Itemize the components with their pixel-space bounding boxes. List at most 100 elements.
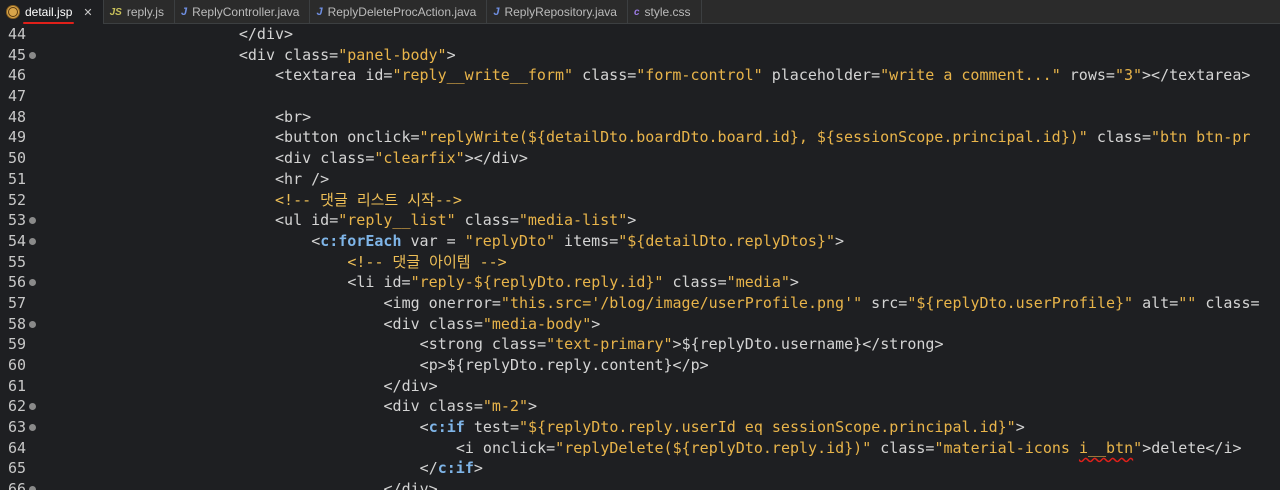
code-line: 44 </div>	[0, 24, 1280, 45]
line-number: 51	[8, 169, 27, 188]
js-file-icon: JS	[109, 6, 122, 18]
fold-toggle-icon[interactable]	[29, 486, 36, 490]
tab-style-css[interactable]: c style.css	[628, 0, 702, 24]
tab-label: ReplyRepository.java	[504, 5, 617, 19]
code-text: <div class="m-2">	[40, 396, 538, 417]
code-token: ${replyDto.username}	[681, 335, 863, 354]
jsp-file-icon	[6, 5, 20, 19]
code-token: >	[835, 231, 845, 250]
fold-toggle-icon[interactable]	[29, 237, 36, 245]
code-token: ""	[1178, 293, 1197, 312]
code-token: <div	[238, 45, 285, 64]
code-line: 61 </div>	[0, 376, 1280, 397]
code-token: onerror=	[428, 293, 501, 312]
code-token: "reply-${replyDto.reply.id}"	[410, 273, 664, 292]
code-token: alt=	[1133, 293, 1179, 312]
close-icon[interactable]: ✕	[83, 6, 92, 19]
code-line: 53 <ul id="reply__list" class="media-list…	[0, 210, 1280, 231]
code-token: <hr />	[275, 169, 330, 188]
code-token: <strong	[419, 335, 492, 354]
code-text: <button onclick="replyWrite(${detailDto.…	[40, 127, 1250, 148]
fold-toggle-icon[interactable]	[29, 51, 36, 59]
code-token: class=	[871, 438, 935, 457]
code-text: <textarea id="reply__write__form" class=…	[40, 65, 1250, 86]
line-number: 65	[8, 459, 27, 478]
code-line: 56 <li id="reply-${replyDto.reply.id}" cl…	[0, 272, 1280, 293]
code-token: <p>	[419, 356, 447, 374]
tab-replydeleteprocaction-java[interactable]: J ReplyDeleteProcAction.java	[310, 0, 488, 24]
code-token: <div	[383, 314, 429, 333]
code-token: id=	[383, 273, 411, 292]
code-text: <c:forEach var = "replyDto" items="${det…	[40, 231, 844, 252]
code-token: "btn btn-pr	[1151, 128, 1251, 147]
code-token: >	[473, 459, 483, 478]
code-token: "write a comment..."	[880, 66, 1061, 85]
code-line: 58 <div class="media-body">	[0, 314, 1280, 335]
tab-reply-js[interactable]: JS reply.js	[104, 0, 175, 24]
code-token: class=	[284, 45, 339, 64]
code-token: ></textarea>	[1142, 66, 1251, 85]
code-token: "reply__write__form"	[392, 66, 574, 85]
code-text: <strong class="text-primary">${replyDto.…	[40, 334, 944, 355]
code-token: class=	[573, 66, 637, 85]
code-token: "media-body"	[482, 314, 592, 333]
tab-replyrepository-java[interactable]: J ReplyRepository.java	[487, 0, 628, 24]
code-token: <li	[347, 273, 384, 292]
code-token: </	[419, 459, 438, 478]
code-token: "replyDto"	[464, 231, 556, 250]
code-line: 66 </div>	[0, 479, 1280, 490]
code-token: onclick=	[347, 128, 420, 147]
code-token: <!-- 댓글 리스트 시작-->	[275, 190, 462, 209]
code-text: <div class="panel-body">	[40, 45, 456, 66]
code-editor[interactable]: 44 </div> 45 <div class="panel-body"> 46 <tex…	[0, 24, 1280, 490]
code-token: "form-control"	[636, 66, 763, 85]
code-token: "replyWrite(${detailDto.boardDto.board.i…	[419, 128, 1088, 147]
code-token: delete	[1151, 438, 1206, 457]
code-token: class=	[455, 211, 519, 230]
code-token: <div	[383, 397, 429, 416]
code-line: 46 <textarea id="reply__write__form" clas…	[0, 65, 1280, 86]
code-token: class=	[1087, 128, 1152, 147]
tab-label: detail.jsp	[22, 5, 75, 24]
fold-toggle-icon[interactable]	[29, 320, 36, 328]
tab-detail-jsp[interactable]: detail.jsp ✕	[0, 0, 104, 24]
code-token: >	[1015, 418, 1025, 437]
code-token: class=	[428, 397, 483, 416]
code-token: "reply__list"	[338, 211, 456, 230]
code-line: 50 <div class="clearfix"></div>	[0, 148, 1280, 169]
code-token: </strong>	[862, 335, 944, 354]
code-token: >	[446, 45, 456, 64]
line-number: 50	[8, 149, 27, 168]
tab-label: ReplyDeleteProcAction.java	[327, 5, 477, 19]
code-token: ></div>	[464, 149, 528, 168]
code-token: class=	[1196, 293, 1260, 312]
code-line: 49 <button onclick="replyWrite(${detailDt…	[0, 127, 1280, 148]
code-token: >	[672, 335, 682, 354]
code-text: <div class="clearfix"></div>	[40, 148, 528, 169]
tab-replycontroller-java[interactable]: J ReplyController.java	[175, 0, 311, 24]
code-token: class=	[491, 335, 547, 354]
code-line: 47	[0, 86, 1280, 107]
code-token: rows=	[1060, 66, 1115, 85]
code-token: id=	[365, 66, 393, 85]
code-token: </i>	[1205, 438, 1242, 457]
tab-label: style.css	[644, 5, 691, 19]
code-token: >	[627, 211, 637, 230]
spelling-warning-token: i__btn	[1078, 438, 1134, 457]
tab-label: ReplyController.java	[192, 5, 300, 19]
code-token: <	[311, 231, 321, 250]
code-token: "text-primary"	[546, 335, 673, 354]
fold-toggle-icon[interactable]	[29, 424, 36, 432]
code-text: <p>${replyDto.reply.content}</p>	[40, 355, 709, 376]
code-text: </div>	[40, 479, 438, 490]
line-number: 47	[8, 87, 27, 106]
code-token: "m-2"	[482, 397, 529, 416]
code-line: 60 <p>${replyDto.reply.content}</p>	[0, 355, 1280, 376]
code-token: "this.src='/blog/image/userProfile.png'"	[500, 293, 863, 312]
code-token: </div>	[383, 376, 438, 395]
code-token: class=	[428, 314, 483, 333]
line-number: 61	[8, 376, 27, 395]
code-text: <li id="reply-${replyDto.reply.id}" clas…	[40, 272, 799, 293]
code-token: c:if	[428, 418, 465, 437]
line-number: 52	[8, 190, 27, 209]
